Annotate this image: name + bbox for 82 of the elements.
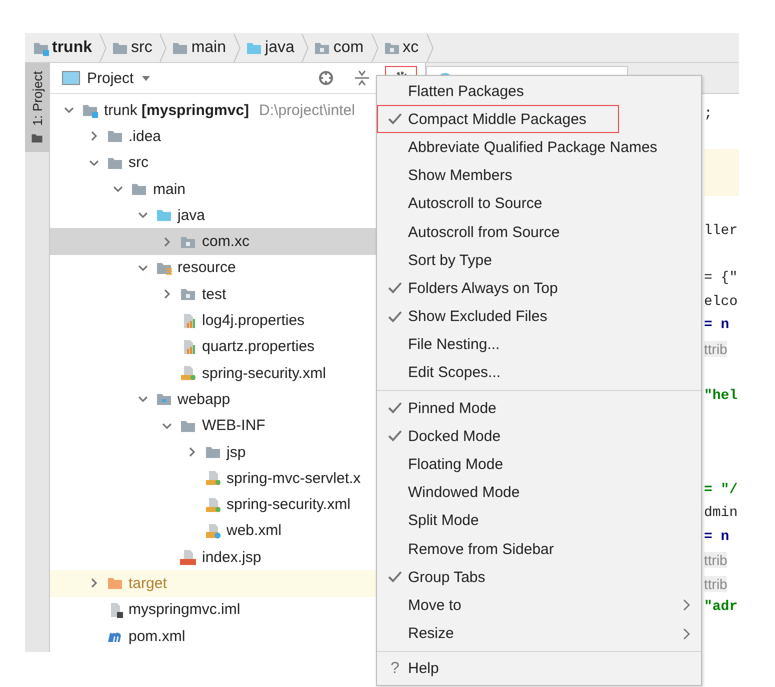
code-text: "adr xyxy=(704,599,738,616)
code-text: ; xyxy=(704,106,712,122)
folder-icon xyxy=(82,102,98,118)
folder-icon xyxy=(131,181,147,198)
menu-item[interactable]: Autoscroll from Source xyxy=(377,218,696,246)
menu-item[interactable]: Split Mode xyxy=(377,506,696,535)
menu-item[interactable]: ? Help xyxy=(377,654,696,683)
view-selector[interactable]: Project xyxy=(62,70,151,86)
window-icon xyxy=(62,71,80,85)
tree-item[interactable]: web.xml xyxy=(50,518,376,544)
code-text: = "/ xyxy=(704,482,738,498)
file-icon xyxy=(180,365,196,382)
menu-item[interactable]: Windowed Mode xyxy=(377,478,696,507)
menu-item[interactable]: Autoscroll to Source xyxy=(377,190,696,218)
menu-item[interactable]: Resize xyxy=(377,620,696,648)
tree-item[interactable]: index.jsp xyxy=(50,544,376,570)
breadcrumb[interactable]: src xyxy=(112,34,172,62)
project-tool-tab[interactable]: 1: Project xyxy=(25,63,49,152)
tree-item[interactable]: spring-security.xml xyxy=(50,491,376,518)
menu-item[interactable]: Show Members xyxy=(377,162,696,190)
file-icon xyxy=(204,522,220,539)
menu-item[interactable]: File Nesting... xyxy=(377,330,696,359)
tree-item[interactable]: quartz.properties xyxy=(50,334,376,360)
breadcrumb[interactable]: trunk xyxy=(33,34,112,62)
menu-item[interactable]: Floating Mode xyxy=(377,450,696,479)
tree-item[interactable]: spring-security.xml xyxy=(50,360,376,386)
tree-item[interactable]: spring-mvc-servlet.x xyxy=(50,465,376,492)
parameter-hint: ttrib xyxy=(704,576,728,592)
menu-item[interactable]: Pinned Mode xyxy=(377,394,696,422)
help-icon: ? xyxy=(390,660,400,678)
folder-icon xyxy=(156,391,172,408)
file-icon xyxy=(180,549,196,566)
tree-item[interactable]: pom.xml xyxy=(50,622,376,650)
menu-item[interactable]: Show Excluded Files xyxy=(377,302,696,331)
file-icon xyxy=(204,470,220,486)
folder-icon xyxy=(106,128,122,144)
menu-item[interactable]: Docked Mode xyxy=(377,422,696,450)
code-text: "hel xyxy=(704,388,738,404)
tree-item[interactable]: java xyxy=(50,202,376,228)
menu-item[interactable]: Sort by Type xyxy=(377,246,696,274)
menu-item[interactable]: Remove from Sidebar xyxy=(377,535,696,564)
line-highlight xyxy=(704,172,739,196)
menu-item[interactable]: Compact Middle Packages xyxy=(377,105,619,134)
tree-item[interactable]: myspringmvc.iml xyxy=(50,596,376,623)
tree-item[interactable]: webapp xyxy=(50,386,376,413)
code-text: = n xyxy=(704,317,730,334)
tree-item[interactable]: jsp xyxy=(50,438,376,466)
line-highlight xyxy=(704,149,739,172)
menu-item[interactable]: Group Tabs xyxy=(377,563,696,592)
code-text: = {" xyxy=(704,270,738,286)
file-icon xyxy=(204,496,220,513)
menu-item[interactable]: Edit Scopes... xyxy=(377,358,696,388)
code-text: dmin xyxy=(704,505,738,522)
menu-item[interactable]: Folders Always on Top xyxy=(377,274,696,302)
menu-item[interactable]: Abbreviate Qualified Package Names xyxy=(377,133,696,162)
breadcrumb[interactable]: main xyxy=(172,34,246,62)
folder-icon xyxy=(204,444,220,460)
tree-item[interactable]: com.xc xyxy=(50,228,376,255)
tree-item[interactable]: trunk [myspringmvc] D:\project\intel xyxy=(50,97,376,124)
tree-item[interactable]: src xyxy=(50,150,376,176)
dropdown-arrow-icon xyxy=(140,74,151,82)
folder-icon xyxy=(106,575,122,592)
parameter-hint: ttrib xyxy=(704,340,728,357)
code-text: elco xyxy=(704,294,738,310)
code-text: = n xyxy=(704,528,730,545)
folder-icon xyxy=(156,207,172,224)
tree-item[interactable]: .idea xyxy=(50,123,376,150)
tree-item[interactable]: main xyxy=(50,176,376,202)
tree-item[interactable]: WEB-INF xyxy=(50,412,376,439)
breadcrumb[interactable]: xc xyxy=(384,34,439,62)
menu-item[interactable]: Move to xyxy=(377,591,696,620)
folder-icon xyxy=(31,132,43,144)
menu-item[interactable]: Flatten Packages xyxy=(377,77,696,106)
breadcrumb[interactable]: com xyxy=(314,34,384,62)
folder-icon xyxy=(180,286,196,302)
tree-item[interactable]: test xyxy=(50,281,376,308)
breadcrumb[interactable]: java xyxy=(246,34,314,62)
tree-item[interactable]: log4j.properties xyxy=(50,307,376,334)
path-text: D:\project\intel xyxy=(259,102,355,119)
code-text: ller xyxy=(704,223,738,240)
parameter-hint: ttrib xyxy=(704,552,728,568)
tree-item[interactable]: resource xyxy=(50,254,376,282)
